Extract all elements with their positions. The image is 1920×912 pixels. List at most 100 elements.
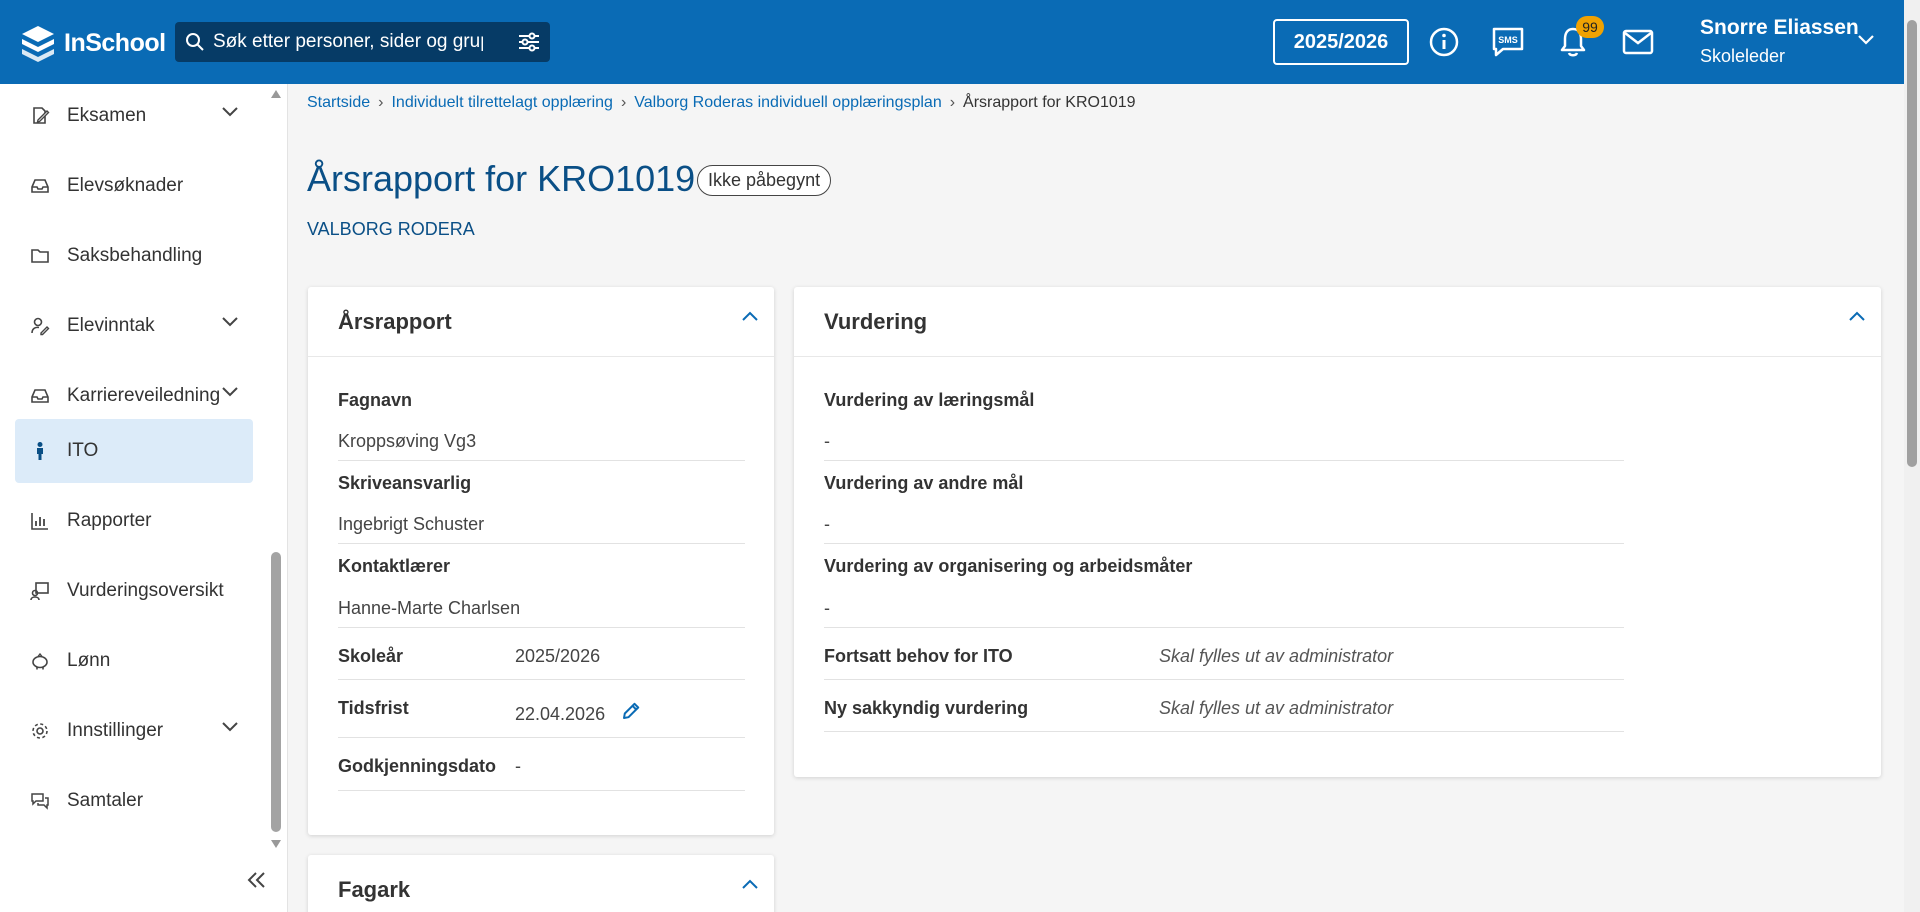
sidebar-item-innstillinger[interactable]: Innstillinger (15, 699, 253, 763)
chevron-down-icon[interactable] (221, 386, 239, 398)
user-edit-icon (30, 316, 50, 336)
divider (824, 627, 1624, 628)
page-scrollbar-thumb[interactable] (1907, 20, 1917, 467)
arsrapport-card-header[interactable]: Årsrapport (308, 287, 774, 357)
chevron-right-icon: › (949, 94, 956, 111)
sidebar-item-label: Samtaler (67, 790, 144, 811)
divider (338, 627, 745, 628)
mail-icon (1622, 29, 1654, 55)
field-value-skriveansvarlig: Ingebrigt Schuster (338, 514, 485, 534)
field-value-ny-sakkyndig: Skal fylles ut av administrator (1159, 698, 1394, 718)
collapse-sidebar-icon[interactable] (245, 870, 269, 890)
search-input[interactable] (213, 31, 483, 53)
breadcrumb-link-ito[interactable]: Individuelt tilrettelagt opplæring (391, 94, 612, 112)
top-bar: InSchool 2025/2026 SMS (0, 0, 1904, 84)
piggy-bank-icon (30, 651, 50, 671)
school-year-button[interactable]: 2025/2026 (1273, 19, 1409, 65)
page-title: Årsrapport for KRO1019 (307, 158, 696, 199)
field-value-kontaktlaerer: Hanne-Marte Charlsen (338, 598, 521, 618)
field-label-vurdering-laeringsmal: Vurdering av læringsmål (824, 390, 1035, 410)
chevron-down-icon[interactable] (221, 106, 239, 118)
chevron-up-icon[interactable] (740, 877, 760, 891)
notification-count-badge: 99 (1576, 16, 1604, 38)
sidebar-item-label: Elevsøknader (67, 175, 184, 196)
field-label-godkjenningsdato: Godkjenningsdato (338, 756, 497, 776)
chevron-down-icon[interactable] (221, 316, 239, 328)
sidebar-item-saksbehandling[interactable]: Saksbehandling (15, 224, 253, 288)
sidebar-item-label: ITO (67, 440, 99, 461)
card-title: Vurdering (824, 308, 928, 334)
chart-icon (30, 511, 50, 531)
card-title: Fagark (338, 876, 411, 902)
field-label-fortsatt-behov: Fortsatt behov for ITO (824, 646, 1013, 666)
field-value-fagnavn: Kroppsøving Vg3 (338, 431, 477, 451)
user-menu[interactable]: Snorre Eliassen Skoleleder (1700, 16, 1859, 67)
fagark-card-header[interactable]: Fagark (308, 855, 774, 912)
card-title: Årsrapport (338, 308, 452, 334)
field-label-tidsfrist: Tidsfrist (338, 698, 409, 718)
sidebar-item-samtaler[interactable]: Samtaler (15, 769, 253, 833)
scroll-down-arrow-icon[interactable] (271, 840, 281, 848)
logo[interactable]: InSchool (20, 24, 166, 62)
fagark-card: Fagark (308, 855, 774, 912)
arsrapport-card: Årsrapport Fagnavn Kroppsøving Vg3 Skriv… (308, 287, 774, 835)
divider (338, 460, 745, 461)
divider (338, 543, 745, 544)
folder-icon (30, 246, 50, 266)
sidebar-scrollbar-thumb[interactable] (271, 552, 281, 832)
sidebar-scrollbar[interactable] (268, 84, 284, 854)
field-value-tidsfrist: 22.04.2026 (515, 704, 606, 724)
field-label-skolear: Skoleår (338, 646, 404, 666)
field-value-fortsatt-behov: Skal fylles ut av administrator (1159, 646, 1394, 666)
field-label-vurdering-organisering: Vurdering av organisering og arbeidsmåte… (824, 556, 1193, 576)
sidebar-item-label: Karriereveiledning (67, 385, 221, 406)
divider (824, 543, 1624, 544)
field-label-skriveansvarlig: Skriveansvarlig (338, 473, 472, 493)
vurdering-card-header[interactable]: Vurdering (794, 287, 1881, 357)
messages-button[interactable] (1620, 24, 1656, 60)
breadcrumb-link-startside[interactable]: Startside (307, 94, 370, 112)
sidebar-item-label: Innstillinger (67, 720, 164, 741)
sms-icon: SMS (1492, 27, 1524, 57)
field-label-fagnavn: Fagnavn (338, 390, 413, 410)
divider (338, 679, 745, 680)
sidebar-item-rapporter[interactable]: Rapporter (15, 489, 253, 553)
sidebar: Eksamen Elevsøknader Saksbehandling Elev… (0, 84, 288, 912)
chevron-down-icon[interactable] (221, 721, 239, 733)
sidebar-item-elevinntak[interactable]: Elevinntak (15, 294, 253, 358)
chevron-up-icon[interactable] (1847, 309, 1867, 323)
page-scrollbar[interactable] (1904, 0, 1920, 912)
chevron-down-icon[interactable] (1857, 34, 1875, 46)
sidebar-item-elevsoknader[interactable]: Elevsøknader (15, 154, 253, 218)
field-value-skolear: 2025/2026 (515, 646, 601, 666)
info-button[interactable] (1426, 24, 1462, 60)
field-label-ny-sakkyndig: Ny sakkyndig vurdering (824, 698, 1029, 718)
assessment-icon (30, 581, 50, 601)
sidebar-item-label: Rapporter (67, 510, 152, 531)
sidebar-item-label: Saksbehandling (67, 245, 203, 266)
divider (824, 460, 1624, 461)
chevron-up-icon[interactable] (740, 309, 760, 323)
divider (824, 731, 1624, 732)
search-box (175, 22, 550, 62)
sidebar-item-vurderingsoversikt[interactable]: Vurderingsoversikt (15, 559, 253, 623)
logo-icon (22, 26, 54, 62)
chevron-right-icon: › (620, 94, 627, 111)
filter-icon[interactable] (518, 32, 540, 52)
sidebar-item-label: Elevinntak (67, 315, 155, 336)
exam-icon (30, 106, 50, 126)
pencil-icon[interactable] (620, 700, 642, 722)
sidebar-item-eksamen[interactable]: Eksamen (15, 84, 253, 148)
scroll-up-arrow-icon[interactable] (271, 90, 281, 98)
chat-icon (30, 791, 50, 811)
sidebar-item-label: Vurderingsoversikt (67, 580, 224, 601)
student-name: VALBORG RODERA (307, 219, 475, 239)
sidebar-item-lonn[interactable]: Lønn (15, 629, 253, 693)
breadcrumb-link-iop[interactable]: Valborg Roderas individuell opplæringspl… (634, 94, 941, 112)
sms-button[interactable]: SMS (1490, 24, 1526, 60)
vurdering-card: Vurdering Vurdering av læringsmål - Vurd… (794, 287, 1881, 777)
user-name: Snorre Eliassen (1700, 16, 1859, 39)
sidebar-item-ito[interactable]: ITO (15, 419, 253, 483)
gear-icon (30, 721, 50, 741)
field-label-vurdering-andre-mal: Vurdering av andre mål (824, 473, 1024, 493)
